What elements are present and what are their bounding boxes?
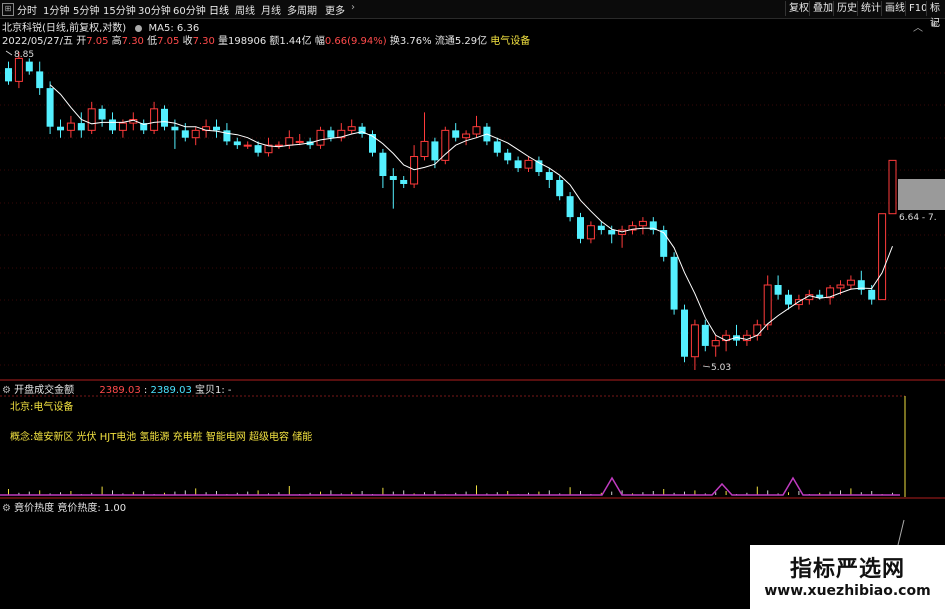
candle-body [327,130,335,138]
watermark-logo: 指标严选网 www.xuezhibiao.com [750,545,945,609]
candle-body [836,284,845,289]
candle-body [878,213,887,301]
candle-body [524,159,533,169]
candle-body [681,309,688,357]
watermark-url: www.xuezhibiao.com [764,583,931,599]
panel2-header: ⚙ 开盘成交金额 2389.03 : 2389.03 宝贝1: - [2,385,232,396]
candle-body [161,108,168,127]
low-marker: 5.03 [711,363,731,373]
candle-body [98,108,106,120]
candle-body [660,230,668,257]
panel3-settings-icon[interactable]: ⚙ [2,503,11,514]
panel3-title: 竟价热度 [14,503,55,514]
candle-body [369,134,376,153]
low-marker-arrow [702,365,711,368]
candle-body [295,140,304,143]
panel2-concept-line: 概念:雄安新区 光伏 HJT电池 氢能源 充电桩 智能电网 超级电容 储能 [10,432,313,443]
candle-body [452,130,460,138]
panel2-title: 开盘成交金额 [14,385,75,396]
kline-chart[interactable]: 8.85 5.03 [0,0,945,609]
candle-body [118,122,127,131]
candlesticks [5,52,897,370]
candle-body [400,179,408,184]
high-marker: 8.85 [14,50,34,60]
panel2-sector-line: 北京:电气设备 [10,402,74,413]
candle-body [566,196,574,218]
candle-body [109,119,116,131]
candle-body [171,126,179,131]
candle-body [785,294,792,305]
candle-body [14,57,23,82]
candle-body [233,141,241,146]
candle-body [25,61,33,72]
candle-body [711,340,720,347]
panel2-value2: 2389.03 [150,385,192,396]
price-gridlines [0,72,945,366]
candle-body [150,108,159,131]
candle-body [472,126,481,135]
candle-body [670,256,678,310]
panel3-line [897,519,905,546]
candle-body [608,230,616,235]
candle-body [846,279,855,286]
candle-body [690,324,699,358]
candle-body [493,141,501,153]
price-range-box [898,179,945,210]
panel2-value3: 宝贝1: - [195,385,232,396]
candle-body [597,225,605,231]
candle-body [514,160,522,169]
candle-body [431,141,439,161]
panel2-value1: 2389.03 [99,385,141,396]
candle-body [545,172,553,180]
candle-body [701,324,709,346]
candle-body [213,126,220,131]
candle-body [223,130,231,142]
candle-body [66,122,75,131]
candle-body [87,108,96,131]
candle-body [77,123,85,131]
candle-body [36,71,44,89]
candle-body [504,152,512,161]
candle-body [462,133,471,139]
candle-body [5,68,12,82]
watermark-title: 指标严选网 [789,557,905,582]
candle-body [577,217,584,239]
auction-heat-line [0,476,900,496]
candle-body [316,129,325,146]
high-marker-arrow [5,50,13,56]
candle-body [586,225,595,240]
candle-body [868,289,876,300]
panel2-settings-icon[interactable]: ⚙ [2,385,11,396]
price-tag: 6.64 - 7. [899,213,937,223]
candle-body [254,145,262,153]
candle-body [46,88,54,127]
candle-body [753,324,762,336]
candle-body [420,140,429,158]
candle-body [379,152,387,177]
candle-body [389,176,397,180]
panel3-value: 竟价热度: 1.00 [57,503,127,514]
candle-body [556,179,564,197]
panel3-header: ⚙ 竟价热度 竟价热度: 1.00 [2,499,126,514]
candle-body [57,126,64,131]
candle-body [191,129,200,139]
auction-volume-bars [8,485,893,495]
candle-body [774,284,782,295]
candle-body [181,130,189,138]
candle-body [347,126,356,131]
candle-body [888,159,897,215]
candle-body [243,144,252,147]
candle-body [638,220,647,227]
candle-body [763,284,772,326]
candle-body [285,137,294,146]
candle-body [410,156,419,185]
